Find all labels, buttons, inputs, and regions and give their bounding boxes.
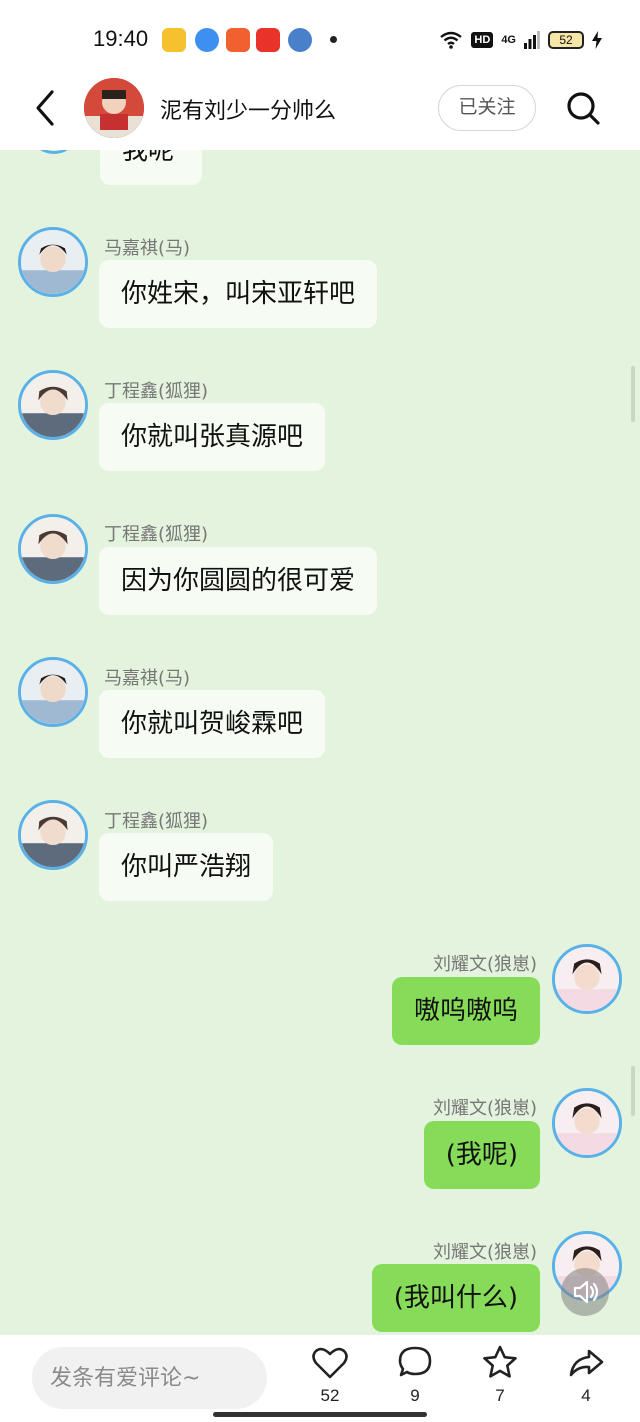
signal-icon <box>524 31 540 49</box>
scrollbar[interactable] <box>631 1066 635 1116</box>
avatar-ding-chengxin[interactable] <box>18 800 88 870</box>
sound-toggle-button[interactable] <box>561 1268 609 1316</box>
favorite-button[interactable]: 7 <box>470 1343 530 1418</box>
sender-name: 丁程鑫(狐狸) <box>104 811 209 832</box>
favorite-count: 7 <box>495 1386 505 1405</box>
app-icon-blue <box>195 28 219 52</box>
message-bubble[interactable]: 你就叫张真源吧 <box>99 403 326 471</box>
notification-dot <box>330 36 337 43</box>
avatar-partial <box>33 150 75 154</box>
sender-name: 马嘉祺(马) <box>104 668 191 689</box>
like-count: 52 <box>320 1386 340 1405</box>
back-button[interactable] <box>26 88 66 128</box>
app-icon-globe <box>288 28 312 52</box>
sender-name: 马嘉祺(马) <box>104 238 191 259</box>
chevron-left-icon <box>36 90 54 126</box>
scrollbar[interactable] <box>631 366 635 422</box>
message-bubble[interactable]: (我叫什么) <box>371 1264 540 1332</box>
share-count: 4 <box>581 1386 591 1405</box>
sender-name: 丁程鑫(狐狸) <box>104 381 209 402</box>
chat-header: 泥有刘少一分帅么 已关注 <box>0 76 640 150</box>
chat-area[interactable]: 我呢 马嘉祺(马) 你姓宋，叫宋亚轩吧 丁程鑫(狐狸) 你就叫张真源吧 丁程鑫(… <box>0 150 640 1335</box>
message-bubble[interactable]: 因为你圆圆的很可爱 <box>99 547 378 615</box>
message-bubble[interactable]: 你叫严浩翔 <box>99 833 274 901</box>
search-button[interactable] <box>563 88 603 128</box>
network-label: 4G <box>501 34 516 46</box>
sender-name: 丁程鑫(狐狸) <box>104 524 209 545</box>
share-arrow-icon <box>569 1349 604 1377</box>
group-avatar[interactable] <box>84 78 144 138</box>
app-icon-orange <box>226 28 250 52</box>
avatar-liu-yaowen[interactable] <box>552 1088 622 1158</box>
avatar-ding-chengxin[interactable] <box>18 370 88 440</box>
like-button[interactable]: 52 <box>300 1343 360 1418</box>
sender-name: 刘耀文(狼崽) <box>432 1242 537 1263</box>
comment-bubble-icon <box>398 1346 432 1377</box>
wifi-icon <box>440 31 463 49</box>
app-icon-red-play <box>256 28 280 52</box>
search-icon <box>567 92 600 125</box>
follow-button[interactable]: 已关注 <box>438 85 536 131</box>
heart-icon <box>312 1347 348 1379</box>
comment-count: 9 <box>410 1386 420 1405</box>
system-icons: HD 4G 52 <box>439 26 602 54</box>
message-bubble-partial: 我呢 <box>100 150 202 185</box>
message-bubble[interactable]: 嗷呜嗷呜 <box>391 977 540 1045</box>
sender-name: 刘耀文(狼崽) <box>432 1098 537 1119</box>
charging-icon <box>592 31 602 49</box>
comment-input[interactable] <box>32 1347 267 1409</box>
status-time: 19:40 <box>93 26 149 51</box>
avatar-ding-chengxin[interactable] <box>18 514 88 584</box>
comment-button[interactable]: 9 <box>385 1343 445 1418</box>
avatar-ma-jiaqi[interactable] <box>18 657 88 727</box>
hd-badge: HD <box>471 32 494 48</box>
app-icon-yellow <box>162 28 186 52</box>
share-button[interactable]: 4 <box>556 1343 616 1418</box>
avatar-liu-yaowen[interactable] <box>552 944 622 1014</box>
sender-name: 刘耀文(狼崽) <box>432 954 537 975</box>
message-bubble[interactable]: 你就叫贺峻霖吧 <box>99 690 326 758</box>
home-indicator[interactable] <box>213 1412 427 1417</box>
message-bubble[interactable]: 你姓宋，叫宋亚轩吧 <box>99 260 378 328</box>
avatar-ma-jiaqi[interactable] <box>18 227 88 297</box>
battery-icon: 52 <box>548 31 584 49</box>
message-bubble[interactable]: (我呢) <box>423 1121 540 1189</box>
page-title: 泥有刘少一分帅么 <box>160 99 337 124</box>
bottom-action-bar: 52 9 7 4 <box>0 1335 640 1422</box>
group-avatar-image <box>84 78 144 138</box>
star-icon <box>483 1345 517 1378</box>
status-bar: 19:40 HD 4G 52 <box>0 0 640 76</box>
speaker-icon <box>573 1280 599 1304</box>
